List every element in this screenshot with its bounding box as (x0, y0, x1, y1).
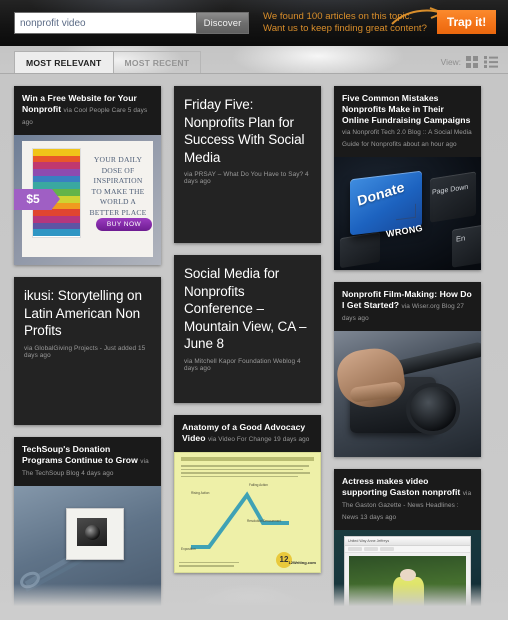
tab-most-recent[interactable]: MOST RECENT (113, 51, 202, 73)
camera-icon (77, 518, 107, 546)
card-source: via Nonprofit Tech 2.0 Blog :: A Social … (342, 129, 472, 148)
video-window: United Way Anne Jeffreys (344, 536, 471, 620)
column-1: Win a Free Website for Your Nonprofit vi… (14, 86, 161, 620)
infographic-brand: 12Writing.com (288, 560, 317, 565)
key-arrow-icon (396, 203, 416, 221)
card-title: TechSoup's Donation Programs Continue to… (22, 444, 149, 477)
search-input[interactable] (14, 12, 196, 34)
sort-tabs: MOST RELEVANT MOST RECENT (14, 51, 202, 73)
camera-lens (410, 387, 456, 431)
view-switcher: View: (441, 56, 498, 68)
card-image-poster: YOUR DAILY DOSE OF INSPIRATION TO MAKE T… (14, 135, 161, 265)
view-label: View: (440, 57, 461, 67)
infographic-text-lines (181, 465, 314, 479)
column-2: Friday Five: Nonprofits Plan for Success… (174, 86, 321, 620)
card-title: Social Media for Nonprofits Conference –… (184, 266, 307, 351)
video-caption: United Way Anne Jeffreys (345, 537, 470, 546)
card-source: via Video For Change 19 days ago (207, 436, 310, 443)
infographic-label-falling: Falling Action (249, 483, 268, 487)
card-friday-five[interactable]: Friday Five: Nonprofits Plan for Success… (174, 86, 321, 243)
infographic-label-resolution: Resolution/Denouement (247, 519, 282, 523)
masonry-columns: Win a Free Website for Your Nonprofit vi… (14, 86, 508, 620)
video-stage (349, 556, 466, 620)
card-title: Anatomy of a Good Advocacy Video via Vid… (182, 422, 310, 443)
column-3: Five Common Mistakes Nonprofits Make in … (334, 86, 481, 620)
card-header: ikusi: Storytelling on Latin American No… (14, 277, 161, 371)
search-form: Discover (14, 12, 249, 34)
card-image-camera (334, 331, 481, 457)
card-title: Nonprofit Film-Making: How Do I Get Star… (342, 289, 472, 322)
card-header: Win a Free Website for Your Nonprofit vi… (14, 86, 161, 135)
card-social-media-conference[interactable]: Social Media for Nonprofits Conference –… (174, 255, 321, 403)
card-image-keyboard: Donate WRONG Page Down En (334, 157, 481, 270)
card-title: Five Common Mistakes Nonprofits Make in … (342, 93, 472, 148)
grid-icon[interactable] (466, 56, 479, 68)
card-header: Five Common Mistakes Nonprofits Make in … (334, 86, 481, 157)
card-image-infographic: Rising Action Falling Action Resolution/… (174, 452, 321, 573)
trap-it-button[interactable]: Trap it! (437, 10, 496, 34)
card-ikusi-storytelling[interactable]: ikusi: Storytelling on Latin American No… (14, 277, 161, 425)
card-title: ikusi: Storytelling on Latin American No… (24, 288, 142, 338)
card-source: via The TechSoup Blog 4 days ago (22, 458, 149, 477)
person-body (393, 576, 424, 620)
card-source: via PRSAY – What Do You Have to Say? 4 d… (184, 171, 309, 185)
card-source: via GlobalGiving Projects - Just added 1… (24, 344, 146, 359)
page-down-key-label: Page Down (432, 183, 469, 197)
infographic-title-bar (181, 457, 314, 461)
card-source: via Cool People Care 5 days ago (22, 107, 148, 126)
card-source: via The Gaston Gazette - News Headlines … (342, 490, 472, 521)
infographic-label-rising: Rising Action (191, 491, 210, 495)
discover-button[interactable]: Discover (196, 12, 249, 34)
tab-bar: MOST RELEVANT MOST RECENT View: (0, 46, 508, 74)
buy-now-button[interactable]: BUY NOW (96, 218, 152, 231)
tab-most-relevant[interactable]: MOST RELEVANT (14, 51, 114, 73)
card-header: Nonprofit Film-Making: How Do I Get Star… (334, 282, 481, 331)
card-title: Actress makes video supporting Gaston no… (342, 476, 472, 521)
card-title: Win a Free Website for Your Nonprofit vi… (22, 93, 148, 126)
card-image-video: United Way Anne Jeffreys (334, 530, 481, 620)
card-nonprofit-film-making[interactable]: Nonprofit Film-Making: How Do I Get Star… (334, 282, 481, 457)
card-win-free-website[interactable]: Win a Free Website for Your Nonprofit vi… (14, 86, 161, 265)
top-bar: Discover We found 100 articles on this t… (0, 0, 508, 46)
poster-tagline: YOUR DAILY DOSE OF INSPIRATION TO MAKE T… (89, 155, 147, 217)
person-head (400, 568, 416, 581)
card-title: Friday Five: Nonprofits Plan for Success… (184, 97, 305, 165)
card-header: Social Media for Nonprofits Conference –… (174, 255, 321, 384)
infographic-label-exposition: Exposition (181, 547, 196, 551)
card-image-techsoup (14, 486, 161, 614)
card-five-common-mistakes[interactable]: Five Common Mistakes Nonprofits Make in … (334, 86, 481, 270)
card-header: Friday Five: Nonprofits Plan for Success… (174, 86, 321, 197)
techsoup-thumbnail (66, 508, 124, 560)
card-source: via Mitchell Kapor Foundation Weblog 4 d… (184, 357, 301, 372)
results-board: Win a Free Website for Your Nonprofit vi… (0, 74, 508, 620)
video-toolbar (345, 546, 470, 553)
price-badge: $5 (14, 189, 60, 210)
card-anatomy-advocacy-video[interactable]: Anatomy of a Good Advocacy Video via Vid… (174, 415, 321, 573)
card-header: Anatomy of a Good Advocacy Video via Vid… (174, 415, 321, 452)
card-actress-gaston-nonprofit[interactable]: Actress makes video supporting Gaston no… (334, 469, 481, 620)
list-icon[interactable] (484, 56, 498, 68)
card-source: via Wiser.org Blog 27 days ago (342, 303, 464, 322)
card-header: Actress makes video supporting Gaston no… (334, 469, 481, 530)
card-header: TechSoup's Donation Programs Continue to… (14, 437, 161, 486)
enter-key-label: En (456, 233, 466, 244)
card-techsoup-donation[interactable]: TechSoup's Donation Programs Continue to… (14, 437, 161, 614)
donate-key-label: Donate (355, 178, 406, 209)
